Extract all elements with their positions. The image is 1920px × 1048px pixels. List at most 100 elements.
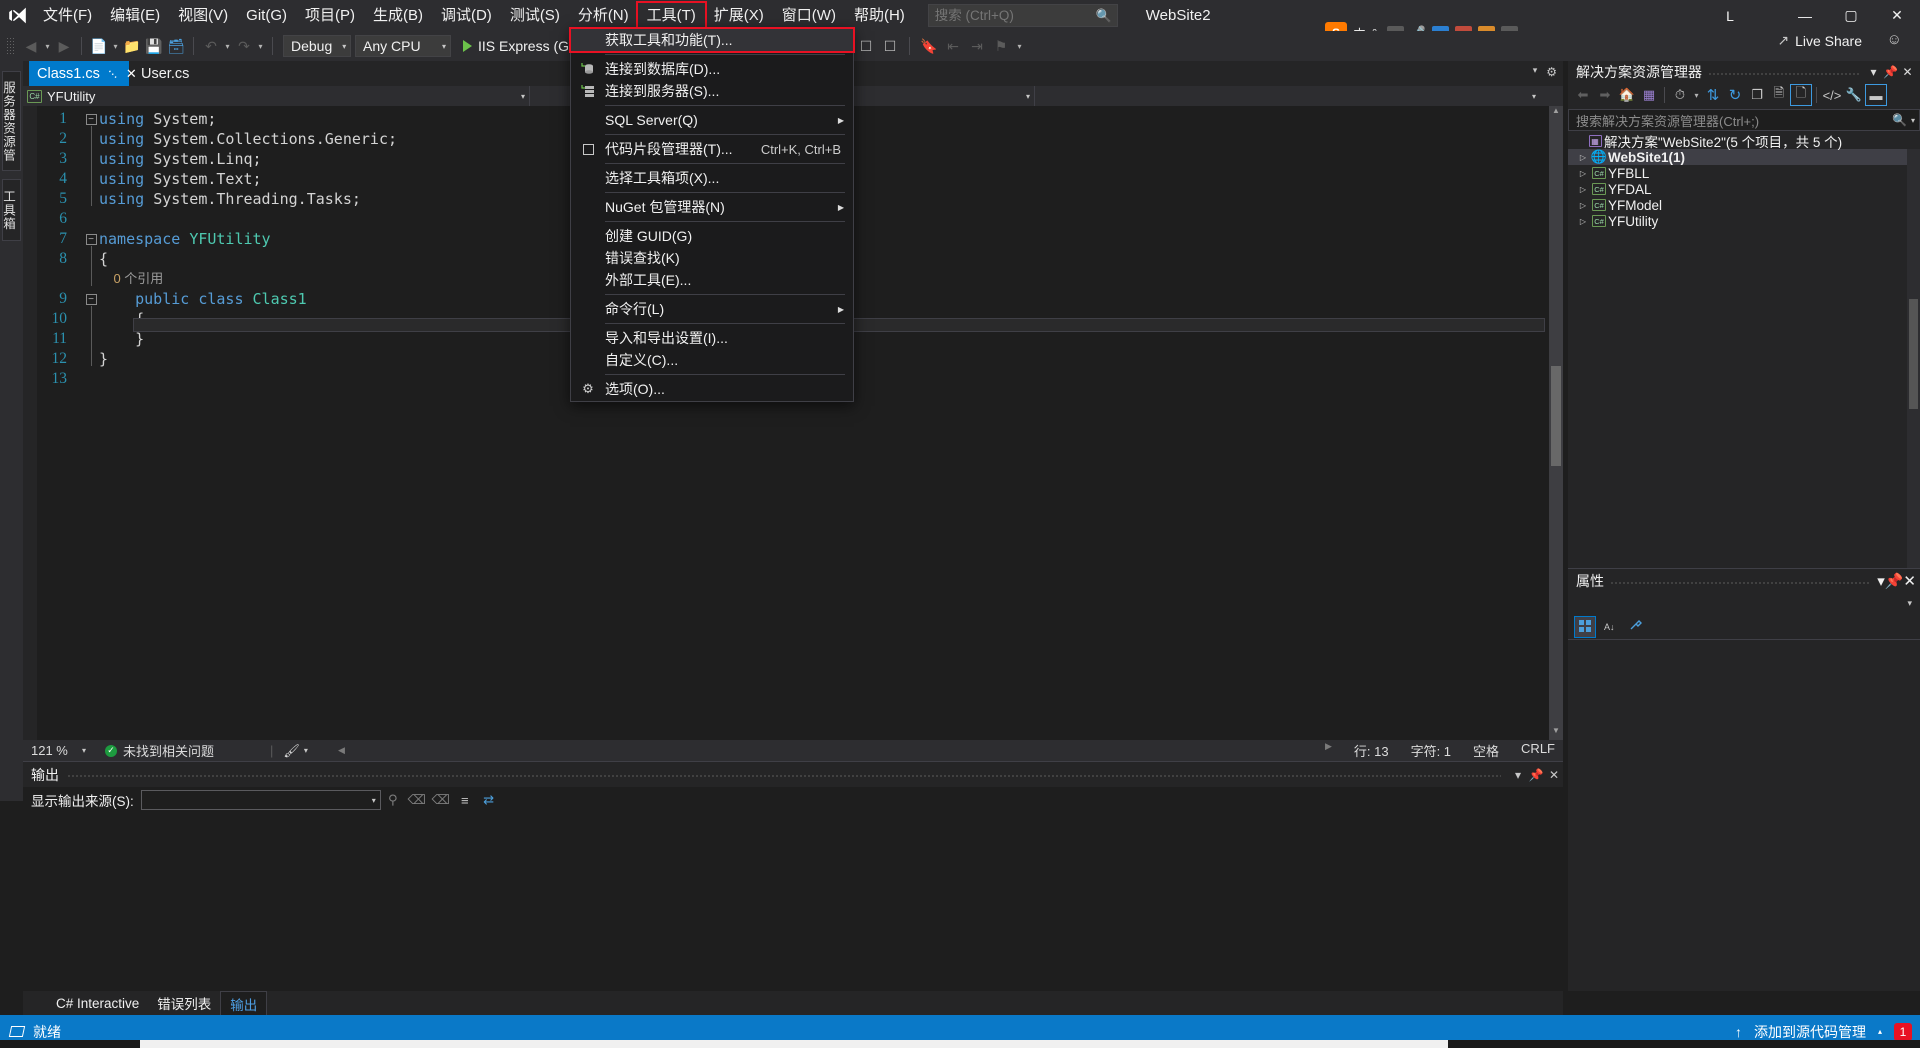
chevron-right-icon[interactable]: ▷	[1576, 185, 1590, 194]
chevron-down-icon-10[interactable]: ▾	[1911, 116, 1915, 125]
next-issue-icon[interactable]: ▶	[1325, 741, 1332, 760]
bookmark-icon[interactable]: 🔖	[918, 35, 940, 57]
view-code-icon[interactable]: </>	[1821, 84, 1843, 106]
panel-dropdown-icon-3[interactable]: ▾	[1877, 572, 1885, 590]
menu-item-x[interactable]: 选择工具箱项(X)...	[571, 167, 853, 189]
code-cleanup-button[interactable]: 🖌 ▾	[283, 743, 308, 759]
menu-item-guidg[interactable]: 创建 GUID(G)	[571, 225, 853, 247]
tab-csharp-interactive[interactable]: C# Interactive	[47, 991, 148, 1015]
output-source-combo[interactable]: ▾	[140, 790, 381, 810]
tab-class1-cs[interactable]: Class1.cs ⋯ ✕	[29, 61, 137, 86]
forward-icon[interactable]: ➡	[1594, 84, 1616, 106]
solution-config-combo[interactable]: Debug ▾	[283, 35, 351, 57]
menu-item-l[interactable]: 命令行(L) ▶	[571, 298, 853, 320]
pin-icon-2[interactable]: 📌	[1527, 768, 1545, 782]
send-feedback-icon[interactable]: ☺	[1887, 31, 1902, 48]
tree-item-yfdal[interactable]: ▷ C# YFDAL	[1568, 181, 1920, 197]
pin-icon-4[interactable]: 📌	[1885, 572, 1904, 590]
menu-item-k[interactable]: 错误查找(K)	[571, 247, 853, 269]
chevron-right-icon[interactable]: ▷	[1576, 153, 1590, 162]
close-icon-3[interactable]: ✕	[1899, 65, 1916, 79]
menu-item-e[interactable]: 外部工具(E)...	[571, 269, 853, 291]
find-message-icon[interactable]: ⚲	[381, 789, 405, 811]
menu-test[interactable]: 测试(S)	[501, 3, 569, 29]
solution-tree[interactable]: ▦ 解决方案"WebSite2"(5 个项目，共 5 个) ▷ 🌐 WebSite1(1…	[1568, 131, 1920, 229]
scroll-down-icon[interactable]: ▼	[1549, 726, 1563, 740]
server-explorer-tab[interactable]: 服务器资源管理器	[1, 71, 21, 171]
minimize-button[interactable]: —	[1782, 0, 1828, 31]
line-ending-label[interactable]: CRLF	[1521, 741, 1555, 760]
close-button[interactable]: ✕	[1874, 0, 1920, 31]
menu-item-t[interactable]: 获取工具和功能(T)...	[569, 27, 855, 53]
toolbar-grip[interactable]	[6, 37, 15, 55]
bookmark-dropdown-icon[interactable]: ▾	[1014, 35, 1025, 57]
account-avatar[interactable]: L	[1720, 6, 1740, 26]
search-icon-2[interactable]: 🔍	[1892, 113, 1907, 127]
undo-dropdown-icon[interactable]: ▾	[222, 35, 233, 57]
collapse-all-icon[interactable]: ❐	[1746, 84, 1768, 106]
go-to-message-icon[interactable]: ⇄	[477, 789, 501, 811]
gear-icon[interactable]: ⚙	[1546, 65, 1557, 79]
search-input[interactable]	[934, 8, 1111, 23]
menu-extensions[interactable]: 扩展(X)	[705, 3, 773, 29]
panel-dropdown-icon[interactable]: ▾	[1509, 768, 1527, 782]
close-icon-4[interactable]: ✕	[1903, 572, 1916, 590]
preview-selected-items-icon[interactable]: 🗋	[1790, 84, 1812, 106]
scrollbar-thumb[interactable]	[1551, 366, 1561, 466]
codelens-reference-count[interactable]: 0 个引用	[99, 269, 163, 289]
scrollbar-thumb-2[interactable]	[1909, 299, 1918, 409]
menu-view[interactable]: 视图(V)	[169, 3, 237, 29]
redo-icon[interactable]: ↷	[233, 35, 255, 57]
scroll-up-icon[interactable]: ▲	[1549, 106, 1563, 120]
menu-debug[interactable]: 调试(D)	[432, 3, 501, 29]
open-file-icon[interactable]: 📁	[121, 35, 143, 57]
toggle-wordwrap-icon[interactable]: ≡	[453, 789, 477, 811]
properties-icon[interactable]: 🔧	[1843, 84, 1865, 106]
tree-item-yfbll[interactable]: ▷ C# YFBLL	[1568, 165, 1920, 181]
comment-icon[interactable]: ☐	[855, 35, 877, 57]
prev-issue-icon[interactable]: ◀	[338, 745, 345, 756]
clear-pane-icon[interactable]: ⌫	[429, 789, 453, 811]
pending-changes-icon[interactable]: ⏱	[1669, 84, 1691, 106]
navigate-forward-icon[interactable]: ▶	[53, 35, 75, 57]
menu-build[interactable]: 生成(B)	[364, 3, 432, 29]
drag-handle[interactable]	[67, 762, 1501, 787]
clear-all-icon[interactable]: ⌫	[405, 789, 429, 811]
menu-item-t[interactable]: 代码片段管理器(T)... Ctrl+K, Ctrl+B	[571, 138, 853, 160]
menu-file[interactable]: 文件(F)	[34, 3, 101, 29]
toolbox-tab[interactable]: 工具箱	[1, 179, 21, 241]
chevron-down-icon-9[interactable]: ▾	[1691, 84, 1702, 106]
solution-search-box[interactable]: 搜索解决方案资源管理器(Ctrl+;) 🔍 ▾	[1568, 109, 1920, 131]
solution-tree-scrollbar[interactable]	[1907, 149, 1920, 579]
tree-item-website11[interactable]: ▷ 🌐 WebSite1(1)	[1568, 149, 1920, 165]
menu-item-d[interactable]: 连接到数据库(D)...	[571, 58, 853, 80]
navbar-namespace-cell[interactable]: C# YFUtility ▾	[23, 86, 530, 106]
menu-edit[interactable]: 编辑(E)	[101, 3, 169, 29]
solution-root-icon[interactable]: ▦	[1638, 84, 1660, 106]
home-icon[interactable]: 🏠	[1616, 84, 1638, 106]
close-icon-2[interactable]: ✕	[1545, 768, 1563, 782]
indentation-label[interactable]: 空格	[1473, 741, 1499, 760]
redo-dropdown-icon[interactable]: ▾	[255, 35, 266, 57]
navigate-back-dropdown-icon[interactable]: ▾	[42, 35, 53, 57]
chevron-up-icon[interactable]: ▴	[1878, 1027, 1882, 1036]
new-item-icon[interactable]: 📄	[88, 35, 110, 57]
pin-icon[interactable]: ⋯	[104, 64, 122, 82]
publish-icon[interactable]: ↑	[1735, 1024, 1742, 1040]
drag-handle-3[interactable]	[1610, 571, 1872, 590]
next-bookmark-icon[interactable]: ⇥	[966, 35, 988, 57]
tab-output[interactable]: 输出	[220, 991, 268, 1015]
uncomment-icon[interactable]: ☐	[879, 35, 901, 57]
zoom-level-combo[interactable]: 121 % ▾	[23, 743, 91, 758]
navigate-back-icon[interactable]: ◀	[20, 35, 42, 57]
tree-item-yfutility[interactable]: ▷ C# YFUtility	[1568, 213, 1920, 229]
chevron-right-icon[interactable]: ▷	[1576, 169, 1590, 178]
add-to-source-control-button[interactable]: 添加到源代码管理	[1754, 1022, 1866, 1042]
prev-bookmark-icon[interactable]: ⇤	[942, 35, 964, 57]
navbar-member-cell[interactable]: ▾	[1035, 86, 1540, 106]
categorized-view-icon[interactable]	[1574, 615, 1596, 638]
panel-dropdown-icon-2[interactable]: ▾	[1865, 65, 1882, 79]
menu-help[interactable]: 帮助(H)	[845, 3, 914, 29]
drag-handle-2[interactable]	[1708, 63, 1859, 81]
tree-item-website255[interactable]: ▦ 解决方案"WebSite2"(5 个项目，共 5 个)	[1568, 133, 1920, 150]
